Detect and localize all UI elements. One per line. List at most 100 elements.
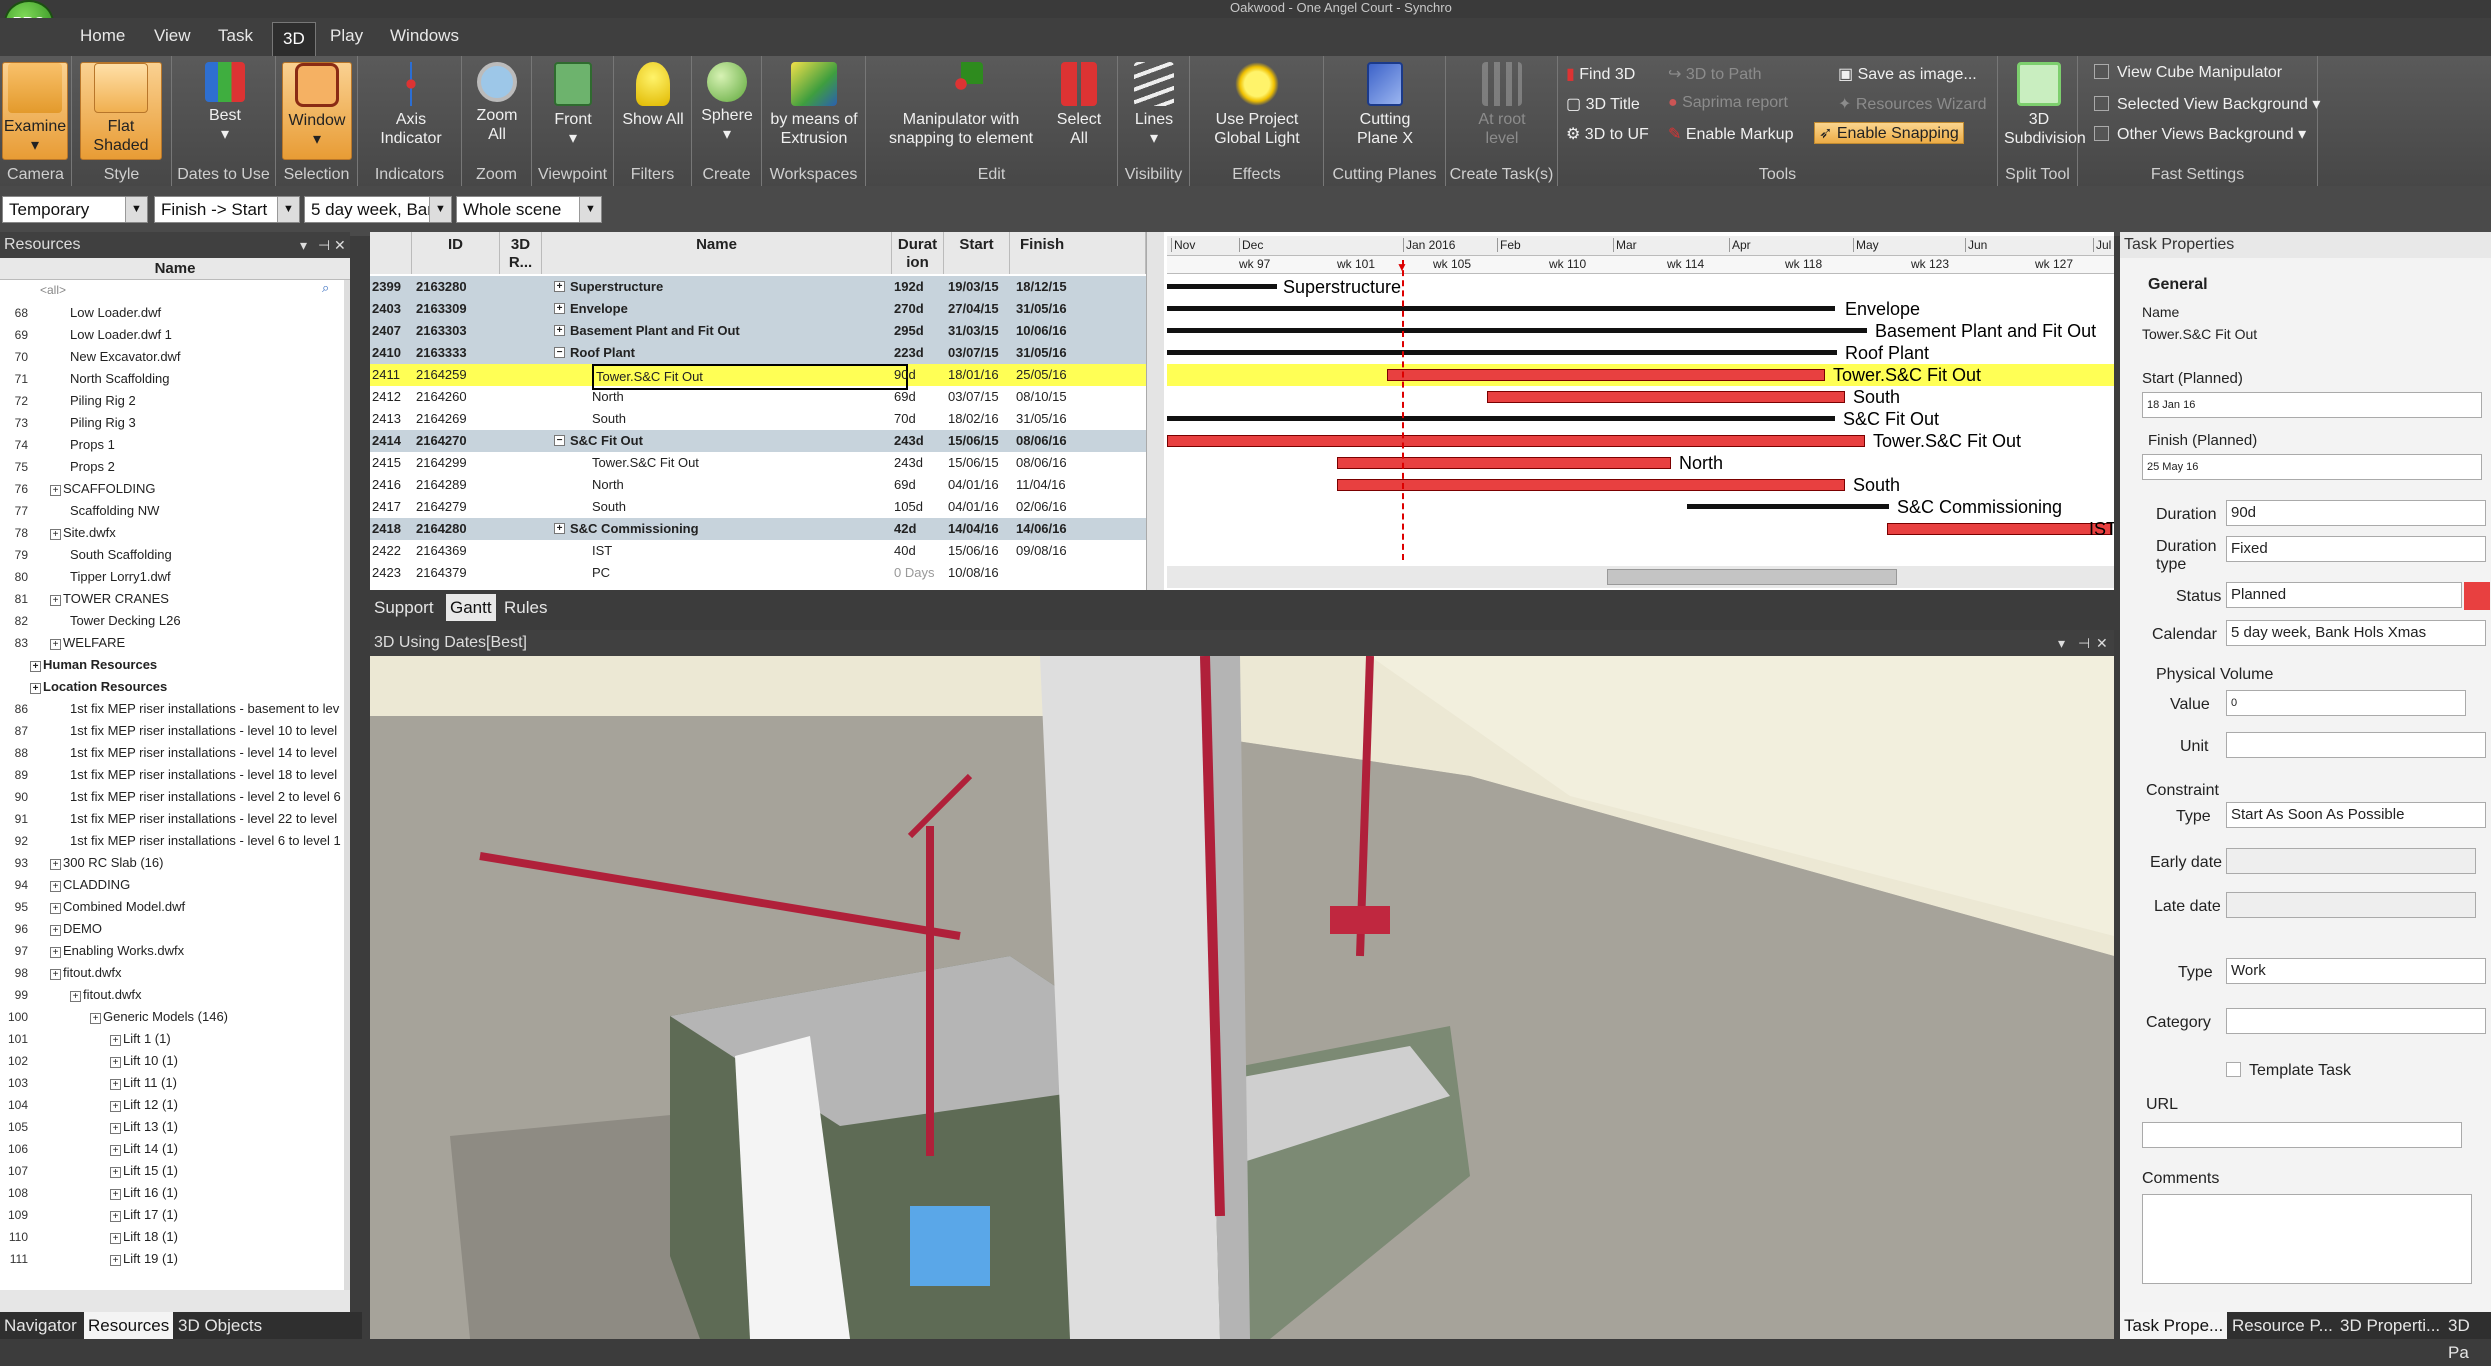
list-item[interactable]: 104 + Lift 12 (1) — [0, 1094, 350, 1116]
start-header[interactable]: Start — [944, 232, 1010, 274]
table-row[interactable]: 2422 2164369 IST 40d 15/06/16 09/08/16 — [370, 540, 1146, 562]
best-button[interactable]: Best ▾ — [192, 62, 258, 144]
gantt-bar[interactable] — [1887, 523, 2111, 535]
tab-3d-path[interactable]: 3D Pa — [2444, 1312, 2491, 1362]
tab-rules[interactable]: Rules — [500, 594, 551, 621]
expand-icon[interactable]: + — [50, 529, 61, 540]
3d-to-uf-button[interactable]: ⚙ 3D to UF — [1566, 124, 1649, 144]
gantt-bar[interactable] — [1167, 435, 1865, 447]
comments-field[interactable] — [2142, 1194, 2472, 1284]
expand-icon[interactable]: + — [110, 1189, 121, 1200]
gantt-bar[interactable] — [1337, 457, 1671, 469]
expand-icon[interactable]: + — [110, 1145, 121, 1156]
examine-button[interactable]: Examine ▾ — [2, 62, 68, 160]
expand-icon[interactable]: + — [50, 639, 61, 650]
list-item[interactable]: 82 Tower Decking L26 — [0, 610, 350, 632]
start-date-field[interactable]: 18 Jan 16 — [2142, 392, 2482, 418]
menu-home[interactable]: Home — [80, 26, 125, 46]
list-item[interactable]: 86 1st fix MEP riser installations - base… — [0, 698, 350, 720]
extrusion-button[interactable]: by means of Extrusion — [764, 62, 864, 148]
tab-resource-properties[interactable]: Resource P... — [2228, 1312, 2337, 1339]
expand-icon[interactable]: + — [30, 683, 41, 694]
enable-snapping-button[interactable]: ➶ Enable Snapping — [1814, 122, 1964, 144]
list-item[interactable]: 83 + WELFARE — [0, 632, 350, 654]
list-item[interactable]: 77 Scaffolding NW — [0, 500, 350, 522]
expand-icon[interactable]: + — [110, 1167, 121, 1178]
unit-select[interactable] — [2226, 732, 2486, 758]
3d-to-path-button[interactable]: ↪ 3D to Path — [1668, 64, 1761, 84]
template-task-checkbox[interactable]: Template Task — [2226, 1062, 2351, 1080]
list-item[interactable]: 87 1st fix MEP riser installations - leve… — [0, 720, 350, 742]
table-row[interactable]: 2413 2164269 South 70d 18/02/16 31/05/16 — [370, 408, 1146, 430]
list-item[interactable]: 69 Low Loader.dwf 1 — [0, 324, 350, 346]
list-item[interactable]: 70 New Excavator.dwf — [0, 346, 350, 368]
global-light-button[interactable]: Use Project Global Light — [1196, 62, 1318, 148]
status-color-swatch[interactable] — [2464, 582, 2490, 610]
finish-header[interactable]: Finish — [1010, 232, 1146, 274]
list-item[interactable]: 68 Low Loader.dwf — [0, 302, 350, 324]
list-item[interactable]: 78 + Site.dwfx — [0, 522, 350, 544]
3d-scene[interactable] — [370, 656, 2114, 1339]
duration-type-select[interactable]: Fixed — [2226, 536, 2486, 562]
gantt-bar[interactable] — [1167, 328, 1867, 333]
table-row[interactable]: 2417 2164279 South 105d 04/01/16 02/06/16 — [370, 496, 1146, 518]
expand-icon[interactable]: + — [50, 881, 61, 892]
scroll-thumb[interactable] — [1607, 569, 1897, 585]
list-item[interactable]: 91 1st fix MEP riser installations - leve… — [0, 808, 350, 830]
other-views-bg-checkbox[interactable]: Other Views Background ▾ — [2094, 124, 2306, 144]
expand-icon[interactable]: + — [554, 303, 565, 314]
tab-3d-properties[interactable]: 3D Properti... — [2336, 1312, 2444, 1339]
link-combo[interactable]: Finish -> Start ▼ — [154, 196, 300, 223]
list-item[interactable]: + Location Resources — [0, 676, 350, 698]
sphere-button[interactable]: Sphere ▾ — [696, 62, 758, 144]
3d-title-button[interactable]: ▢ 3D Title — [1566, 94, 1640, 114]
lines-button[interactable]: Lines ▾ — [1124, 62, 1184, 148]
list-item[interactable]: 100 + Generic Models (146) — [0, 1006, 350, 1028]
list-item[interactable]: 90 1st fix MEP riser installations - leve… — [0, 786, 350, 808]
expand-icon[interactable]: + — [50, 595, 61, 606]
gantt-horizontal-scrollbar[interactable] — [1167, 566, 2114, 588]
expand-icon[interactable]: + — [110, 1255, 121, 1266]
expand-icon[interactable]: + — [110, 1233, 121, 1244]
list-item[interactable]: + Human Resources — [0, 654, 350, 676]
table-row[interactable]: 2412 2164260 North 69d 03/07/15 08/10/15 — [370, 386, 1146, 408]
table-row[interactable]: 2410 2163333 Roof Plant 223d 03/07/15 31/05/1… — [370, 342, 1146, 364]
status-select[interactable]: Planned — [2226, 582, 2462, 608]
front-button[interactable]: Front ▾ — [540, 62, 606, 148]
list-item[interactable]: 73 Piling Rig 3 — [0, 412, 350, 434]
at-root-level-button[interactable]: At root level — [1460, 62, 1544, 148]
expand-icon[interactable]: − — [554, 347, 565, 358]
list-item[interactable]: 80 Tipper Lorry1.dwf — [0, 566, 350, 588]
show-all-button[interactable]: Show All — [622, 62, 684, 129]
saprima-report-button[interactable]: ● Saprima report — [1668, 94, 1788, 112]
table-row[interactable]: 2403 2163309 Envelope 270d 27/04/15 31/05/16 + — [370, 298, 1146, 320]
duration-field[interactable]: 90d — [2226, 500, 2486, 526]
tab-task-properties[interactable]: Task Prope... — [2120, 1312, 2228, 1339]
dropdown-icon[interactable]: ▾ — [2058, 630, 2065, 656]
selected-view-bg-checkbox[interactable]: Selected View Background ▾ — [2094, 94, 2320, 114]
list-item[interactable]: 76 + SCAFFOLDING — [0, 478, 350, 500]
list-item[interactable]: 93 +300 RC Slab (16) — [0, 852, 350, 874]
expand-icon[interactable]: + — [50, 859, 61, 870]
flat-shaded-button[interactable]: Flat Shaded — [80, 62, 162, 160]
menu-task[interactable]: Task — [218, 26, 253, 46]
mode-combo[interactable]: Temporary ▼ — [2, 196, 148, 223]
constraint-type-select[interactable]: Start As Soon As Possible — [2226, 802, 2486, 828]
tab-resources[interactable]: Resources — [84, 1312, 174, 1339]
tab-3d-objects[interactable]: 3D Objects — [174, 1312, 266, 1339]
expand-icon[interactable]: + — [30, 661, 41, 672]
menu-3d[interactable]: 3D — [272, 22, 316, 56]
tab-support[interactable]: Support — [370, 594, 438, 621]
calendar-combo[interactable]: 5 day week, Bar ▼ — [304, 196, 452, 223]
list-item[interactable]: 108 + Lift 16 (1) — [0, 1182, 350, 1204]
list-item[interactable]: 101 + Lift 1 (1) — [0, 1028, 350, 1050]
list-item[interactable]: 81 + TOWER CRANES — [0, 588, 350, 610]
list-item[interactable]: 106 + Lift 14 (1) — [0, 1138, 350, 1160]
list-item[interactable]: 111 + Lift 19 (1) — [0, 1248, 350, 1270]
table-row[interactable]: 2418 2164280 S&C Commissioning 42d 14/04/16 1… — [370, 518, 1146, 540]
expand-icon[interactable]: + — [50, 925, 61, 936]
list-item[interactable]: 98 + fitout.dwfx — [0, 962, 350, 984]
expand-icon[interactable]: + — [110, 1079, 121, 1090]
expand-icon[interactable]: + — [110, 1057, 121, 1068]
tab-navigator[interactable]: Navigator — [0, 1312, 81, 1339]
